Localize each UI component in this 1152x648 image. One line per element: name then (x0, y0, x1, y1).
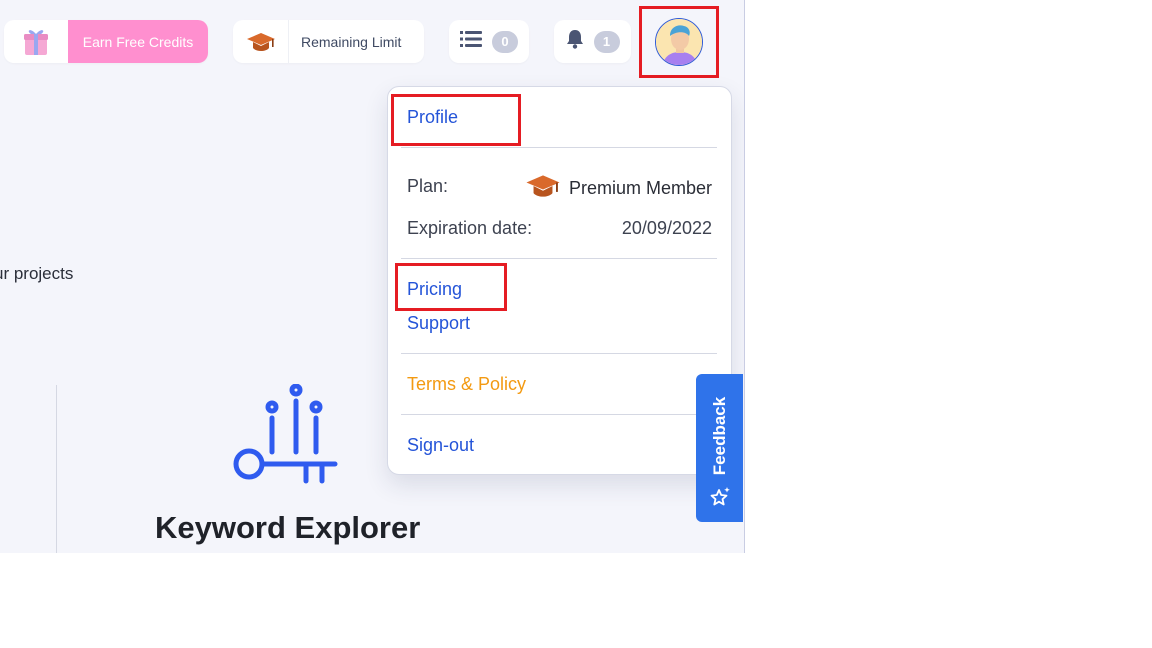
terms-policy-link[interactable]: Terms & Policy (407, 374, 526, 395)
menu-separator (401, 353, 717, 354)
bell-icon (566, 29, 584, 54)
tasks-count-badge: 0 (492, 30, 518, 53)
feedback-label[interactable]: Feedback (710, 397, 730, 475)
earn-credits-button[interactable]: Earn Free Credits (4, 20, 208, 63)
gift-icon (4, 20, 68, 63)
plan-label: Plan: (407, 176, 449, 196)
expiration-value: 20/09/2022 (621, 218, 712, 238)
avatar[interactable] (655, 18, 703, 66)
star-sparkle-icon (709, 486, 731, 513)
profile-link[interactable]: Profile (407, 107, 458, 128)
profile-dropdown-menu: Profile Plan: Premium Member Expiration … (387, 86, 732, 475)
plan-value: Premium Member (568, 178, 712, 198)
notifications-count-badge: 1 (593, 30, 620, 53)
keyword-explorer-title[interactable]: Keyword Explorer (155, 510, 420, 546)
remaining-limit-label: Remaining Limit (288, 20, 424, 63)
list-icon (460, 30, 482, 53)
menu-separator (401, 147, 717, 148)
signout-link[interactable]: Sign-out (407, 435, 474, 456)
menu-separator (401, 414, 717, 415)
menu-separator (401, 258, 717, 259)
earn-credits-label[interactable]: Earn Free Credits (68, 20, 208, 63)
remaining-limit-button[interactable]: Remaining Limit (233, 20, 424, 63)
tasks-button[interactable]: 0 (449, 20, 529, 63)
divider (56, 385, 57, 553)
graduation-cap-icon (525, 173, 561, 204)
graduation-cap-icon (233, 31, 288, 53)
projects-text: ur projects (0, 264, 74, 283)
support-link[interactable]: Support (407, 313, 470, 334)
pricing-link[interactable]: Pricing (407, 279, 462, 300)
notifications-button[interactable]: 1 (554, 20, 631, 63)
expiration-label: Expiration date: (407, 218, 533, 238)
keyword-key-icon (232, 383, 340, 491)
feedback-tab[interactable]: Feedback (696, 374, 743, 522)
plan-value-group: Premium Member (525, 173, 712, 204)
app-area: Earn Free Credits Remaining Limit 0 1 ur… (0, 0, 745, 553)
avatar-highlight[interactable] (639, 6, 719, 78)
